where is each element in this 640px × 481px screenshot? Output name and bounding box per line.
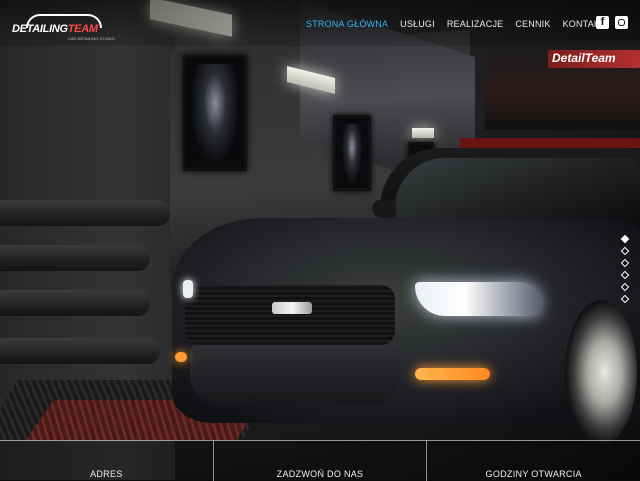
car-wheel xyxy=(565,300,637,445)
info-phone-label: ZADZWOŃ DO NAS xyxy=(276,469,364,479)
nav-item-home[interactable]: STRONA GŁÓWNA xyxy=(306,19,388,29)
garage-sign-text: DetailTeam xyxy=(552,51,616,65)
header: DETAILINGTEAM CAR DETAILING STUDIO STRON… xyxy=(0,0,640,46)
car-headlight xyxy=(183,280,193,298)
wall-pipe xyxy=(0,245,150,271)
info-strip: ADRES ZADZWOŃ DO NAS GODZINY OTWARCIA xyxy=(0,440,640,481)
instagram-icon[interactable] xyxy=(615,16,628,29)
nav-item-portfolio[interactable]: REALIZACJE xyxy=(447,19,504,29)
car-fog-light xyxy=(415,368,490,380)
info-address[interactable]: ADRES xyxy=(0,441,213,481)
logo[interactable]: DETAILINGTEAM CAR DETAILING STUDIO xyxy=(12,14,115,41)
main-nav: STRONA GŁÓWNA USŁUGI REALIZACJE CENNIK K… xyxy=(306,19,606,29)
slider-dot[interactable] xyxy=(620,282,630,292)
info-phone[interactable]: ZADZWOŃ DO NAS xyxy=(212,441,427,481)
slider-dot[interactable] xyxy=(620,246,630,256)
info-hours-label: GODZINY OTWARCIA xyxy=(485,469,582,479)
slider-dot[interactable] xyxy=(620,234,630,244)
wall-pipe xyxy=(0,200,170,226)
wall-tv xyxy=(333,115,371,191)
hero-image: DetailTeam xyxy=(0,0,640,480)
info-hours[interactable]: GODZINY OTWARCIA xyxy=(426,441,640,481)
facebook-icon[interactable]: f xyxy=(596,16,609,29)
car-bumper xyxy=(190,345,400,405)
car-window xyxy=(395,158,640,220)
logo-text: DETAILINGTEAM xyxy=(12,23,98,35)
slider-dot[interactable] xyxy=(620,294,630,304)
nav-item-services[interactable]: USŁUGI xyxy=(400,19,435,29)
car-headlight xyxy=(415,282,540,316)
car-fog-light xyxy=(175,352,187,362)
car-emblem xyxy=(272,302,312,314)
wall-tv xyxy=(183,55,247,171)
wall-pipe xyxy=(0,338,160,364)
logo-tagline: CAR DETAILING STUDIO xyxy=(68,36,115,41)
slider-dot[interactable] xyxy=(620,258,630,268)
nav-item-pricing[interactable]: CENNIK xyxy=(515,19,550,29)
wall-pipe xyxy=(0,290,150,316)
slider-dot[interactable] xyxy=(620,270,630,280)
slider-pagination xyxy=(620,234,630,304)
car-grille xyxy=(185,285,395,345)
car-mirror xyxy=(372,200,396,218)
ceiling-beam xyxy=(460,138,640,148)
info-address-label: ADRES xyxy=(90,469,123,479)
wall-lamp xyxy=(412,128,434,138)
